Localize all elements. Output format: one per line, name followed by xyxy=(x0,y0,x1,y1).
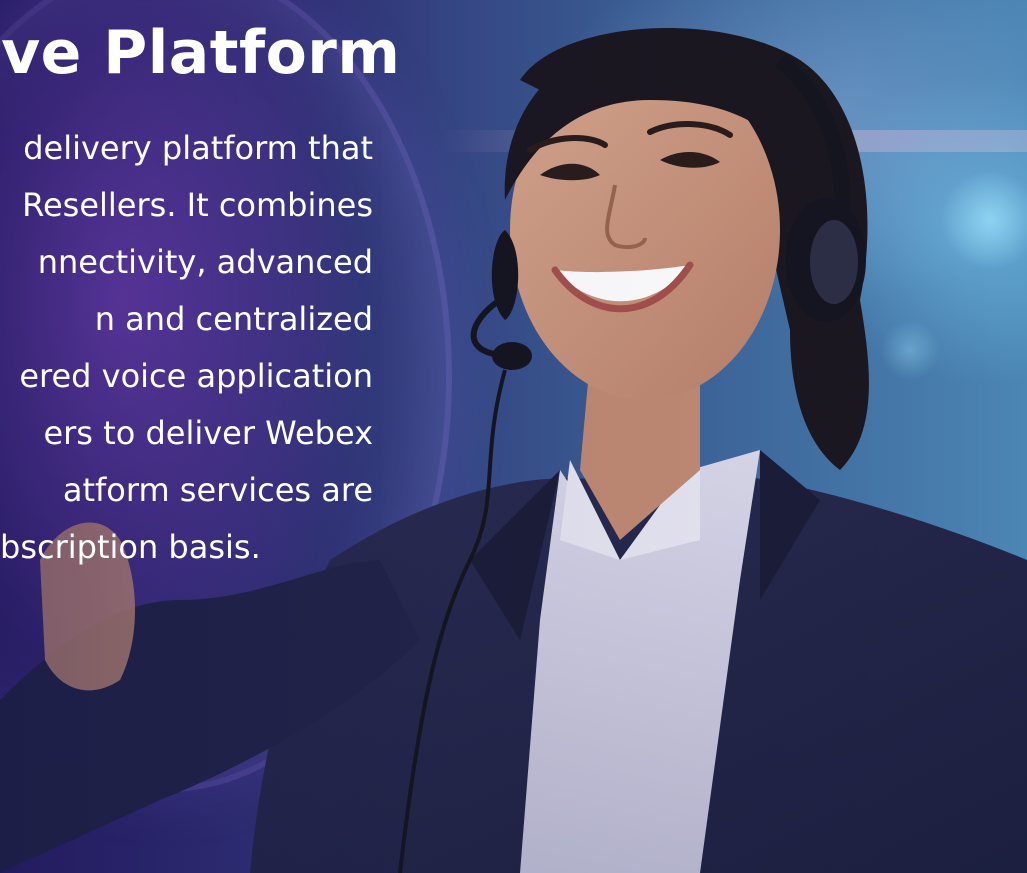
description-line: ered voice application xyxy=(19,357,373,395)
hero-section: ive Platform delivery platform that Rese… xyxy=(0,0,1027,873)
description-line: bscription basis. xyxy=(0,528,261,566)
page-title: ive Platform xyxy=(0,18,401,88)
description-line: Resellers. It combines xyxy=(22,186,373,224)
hero-description: delivery platform that Resellers. It com… xyxy=(0,120,373,576)
description-line: delivery platform that xyxy=(23,129,373,167)
description-line: ers to deliver Webex xyxy=(43,414,373,452)
description-line: atform services are xyxy=(62,471,373,509)
description-line: n and centralized xyxy=(94,300,373,338)
description-line: nnectivity, advanced xyxy=(37,243,373,281)
